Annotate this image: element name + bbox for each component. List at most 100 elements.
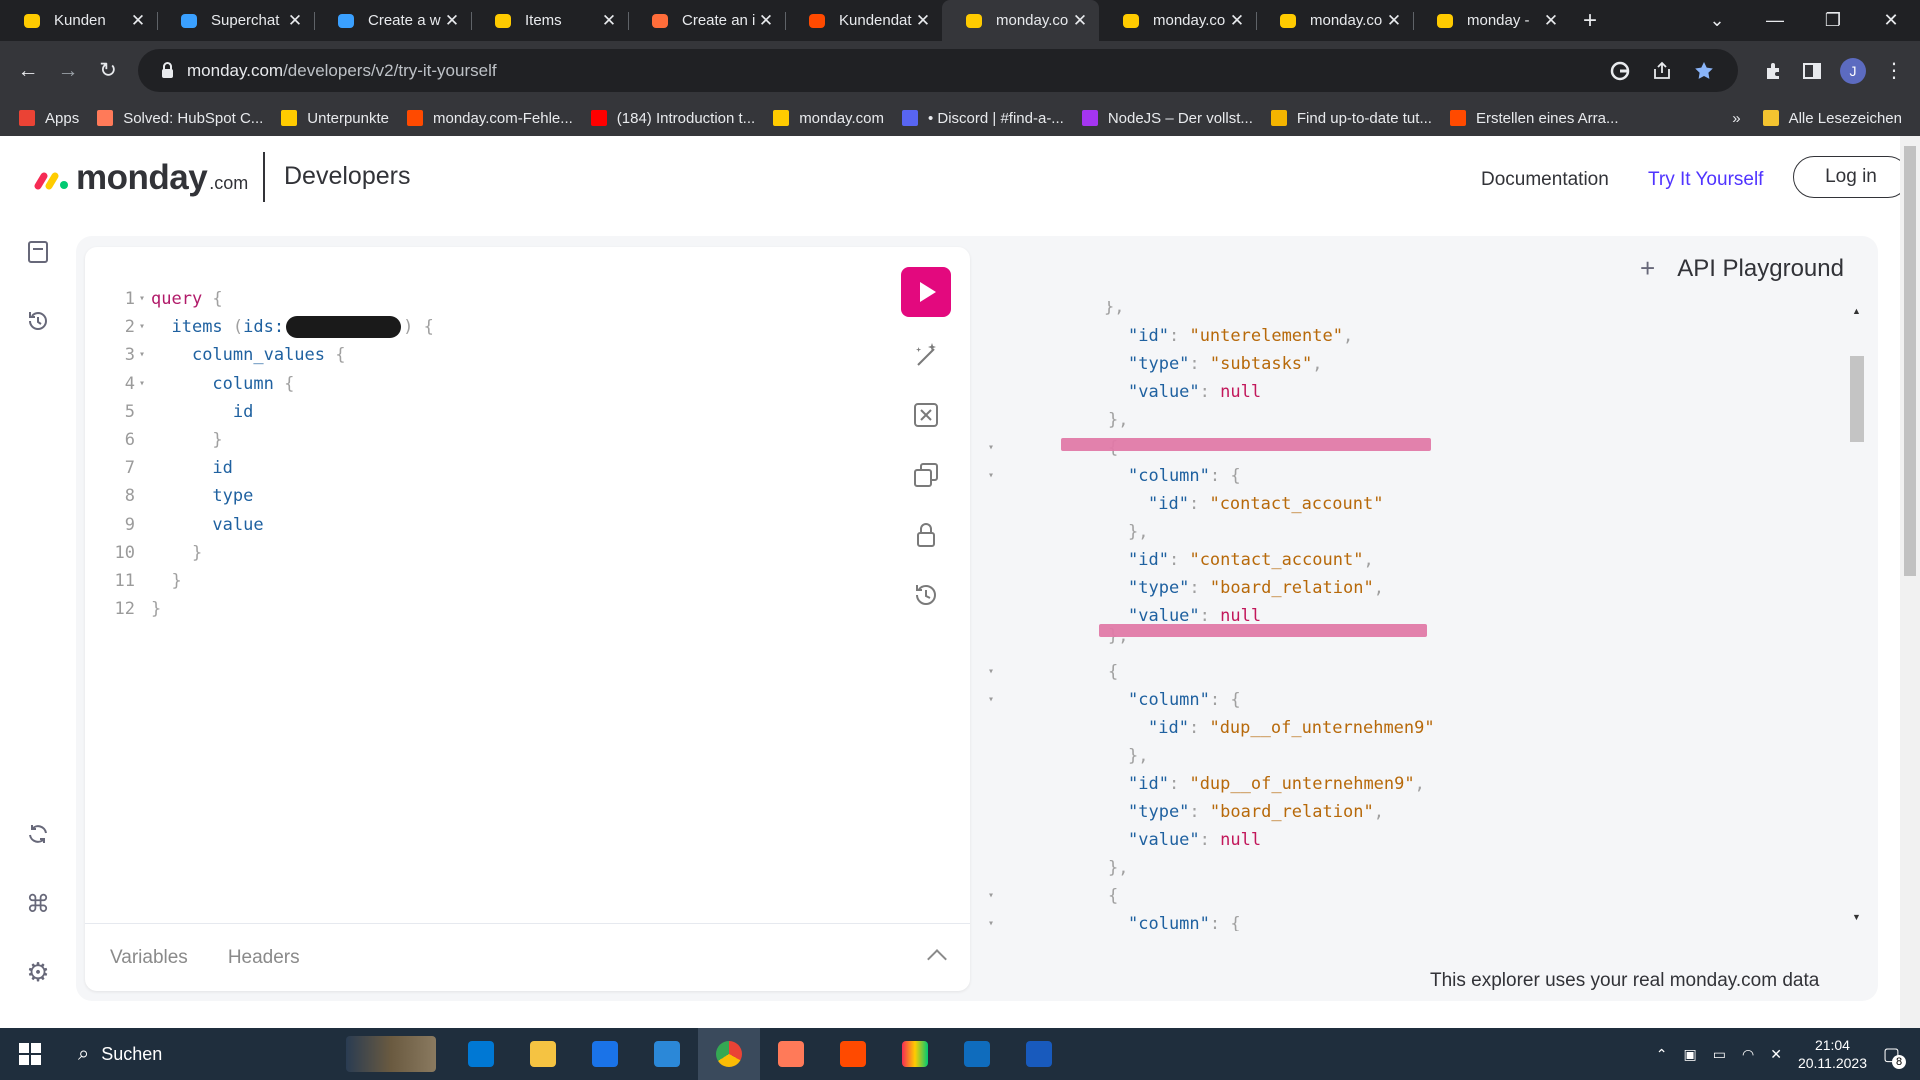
chevron-up-icon[interactable]: ⌃ (1656, 1046, 1668, 1063)
nav-try-it-yourself-link[interactable]: Try It Yourself (1648, 169, 1763, 191)
browser-tab[interactable]: monday.co ✕ (1256, 0, 1413, 41)
azure-icon[interactable] (946, 1028, 1008, 1080)
browser-tab[interactable]: monday - ✕ (1413, 0, 1570, 41)
store-icon[interactable] (636, 1028, 698, 1080)
add-tab-icon[interactable]: + (1640, 253, 1655, 284)
monday-icon (964, 11, 984, 31)
system-tray: ⌃ ▣ ▭ ◠ ✕ 21:04 20.11.2023 ▢ 8 (1656, 1028, 1920, 1080)
file-explorer-icon[interactable] (512, 1028, 574, 1080)
bookmark-item[interactable]: monday.com-Fehle... (407, 110, 573, 127)
close-window-button[interactable]: ✕ (1862, 10, 1920, 31)
share-icon[interactable] (1652, 61, 1672, 81)
chrome-icon[interactable] (698, 1028, 760, 1080)
result-scrollbar[interactable]: ▲ ▼ (1850, 306, 1864, 926)
bookmark-item[interactable]: NodeJS – Der vollst... (1081, 110, 1253, 127)
history-icon[interactable] (22, 305, 54, 337)
tab-title: Superchat (211, 12, 280, 29)
tab-title: Kunden (54, 12, 106, 29)
copy-query-icon[interactable] (901, 457, 951, 493)
side-panel-icon[interactable] (1802, 61, 1822, 81)
lock-icon[interactable] (162, 62, 173, 78)
url-text[interactable]: monday.com/developers/v2/try-it-yourself (187, 61, 497, 81)
mail-icon[interactable] (574, 1028, 636, 1080)
bookmark-item[interactable]: Unterpunkte (281, 110, 389, 127)
tab-close-icon[interactable]: ✕ (1542, 11, 1560, 31)
bookmarks-overflow-button[interactable]: » (1732, 110, 1740, 127)
bookmark-star-icon[interactable] (1694, 61, 1714, 81)
docs-explorer-icon[interactable] (22, 236, 54, 268)
tab-close-icon[interactable]: ✕ (1071, 11, 1089, 31)
settings-gear-icon[interactable]: ⚙ (22, 956, 54, 988)
tab-close-icon[interactable]: ✕ (600, 11, 618, 31)
bookmark-item[interactable]: Apps (19, 110, 79, 127)
query-code[interactable]: 1 ▾ query { 2 ▾ items (ids:) { 3 ▾ column_va… (85, 285, 434, 623)
extensions-icon[interactable] (1764, 61, 1784, 81)
run-query-button[interactable] (901, 267, 951, 317)
zapier-icon[interactable] (822, 1028, 884, 1080)
wifi-icon[interactable]: ◠ (1742, 1046, 1754, 1063)
variables-tab[interactable]: Variables (110, 947, 188, 969)
tab-close-icon[interactable]: ✕ (129, 11, 147, 31)
query-editor[interactable]: 1 ▾ query { 2 ▾ items (ids:) { 3 ▾ column_va… (85, 247, 970, 991)
new-tab-button[interactable]: + (1570, 0, 1610, 41)
nav-documentation-link[interactable]: Documentation (1481, 169, 1609, 191)
tab-close-icon[interactable]: ✕ (914, 11, 932, 31)
tab-close-icon[interactable]: ✕ (1385, 11, 1403, 31)
query-history-icon[interactable] (901, 577, 951, 613)
prettify-magic-icon[interactable] (901, 337, 951, 373)
battery-icon[interactable]: ▭ (1713, 1046, 1726, 1063)
notifications-icon[interactable]: ▢ 8 (1883, 1044, 1906, 1069)
bookmark-item[interactable]: Solved: HubSpot C... (97, 110, 263, 127)
window-controls: ⌄ — ❐ ✕ (1688, 0, 1920, 41)
bookmark-item[interactable]: • Discord | #find-a-... (901, 110, 1064, 127)
bookmark-item[interactable]: monday.com (773, 110, 884, 127)
tab-close-icon[interactable]: ✕ (286, 11, 304, 31)
browser-tab[interactable]: Create an i ✕ (628, 0, 785, 41)
tab-close-icon[interactable]: ✕ (1228, 11, 1246, 31)
merge-fragments-icon[interactable] (901, 397, 951, 433)
monday-app-icon[interactable] (884, 1028, 946, 1080)
chevron-up-icon[interactable] (927, 949, 947, 969)
all-bookmarks-button[interactable]: Alle Lesezeichen (1762, 110, 1902, 127)
hubspot-icon[interactable] (760, 1028, 822, 1080)
meet-icon[interactable]: ▣ (1684, 1046, 1697, 1063)
reload-button[interactable]: ↻ (88, 58, 128, 83)
browser-tab[interactable]: Create a w ✕ (314, 0, 471, 41)
clock[interactable]: 21:04 20.11.2023 (1798, 1036, 1867, 1072)
profile-avatar[interactable]: J (1840, 57, 1866, 84)
bookmark-item[interactable]: Erstellen eines Arra... (1449, 110, 1619, 127)
tab-close-icon[interactable]: ✕ (757, 11, 775, 31)
headers-tab[interactable]: Headers (228, 947, 300, 969)
browser-tab[interactable]: Kundendat ✕ (785, 0, 942, 41)
forward-button[interactable]: → (48, 59, 88, 83)
word-icon[interactable] (1008, 1028, 1070, 1080)
back-button[interactable]: ← (8, 59, 48, 83)
google-lens-icon[interactable] (1610, 61, 1630, 81)
editor-toolbar (901, 267, 951, 613)
tab-search-icon[interactable]: ⌄ (1688, 10, 1746, 31)
monday-logo[interactable]: monday .com (34, 158, 248, 198)
browser-tab[interactable]: monday.co ✕ (942, 0, 1099, 41)
result-viewer[interactable]: }, "id": "unterelemente", "type": "subta… (984, 301, 1864, 931)
volume-muted-icon[interactable]: ✕ (1770, 1046, 1782, 1063)
superchat-icon (179, 11, 199, 31)
tab-close-icon[interactable]: ✕ (443, 11, 461, 31)
login-button[interactable]: Log in (1793, 156, 1909, 198)
start-button[interactable] (0, 1028, 60, 1080)
start-menu-app-icon[interactable] (450, 1028, 512, 1080)
bookmark-item[interactable]: (184) Introduction t... (590, 110, 755, 127)
browser-tab[interactable]: Superchat ✕ (157, 0, 314, 41)
page-scrollbar[interactable] (1900, 136, 1920, 1028)
menu-icon[interactable]: ⋮ (1884, 58, 1904, 83)
browser-tab[interactable]: monday.co ✕ (1099, 0, 1256, 41)
bookmark-item[interactable]: Find up-to-date tut... (1270, 110, 1432, 127)
restore-button[interactable]: ❐ (1804, 10, 1862, 31)
taskbar-search[interactable]: ⌕ Suchen (60, 1028, 450, 1080)
minimize-button[interactable]: — (1746, 10, 1804, 31)
browser-tab[interactable]: Items ✕ (471, 0, 628, 41)
shortcuts-icon[interactable]: ⌘ (22, 888, 54, 920)
lock-icon[interactable] (901, 517, 951, 553)
address-bar[interactable]: monday.com/developers/v2/try-it-yourself (138, 49, 1738, 92)
browser-tab[interactable]: Kunden ✕ (0, 0, 157, 41)
refresh-schema-icon[interactable] (22, 818, 54, 850)
